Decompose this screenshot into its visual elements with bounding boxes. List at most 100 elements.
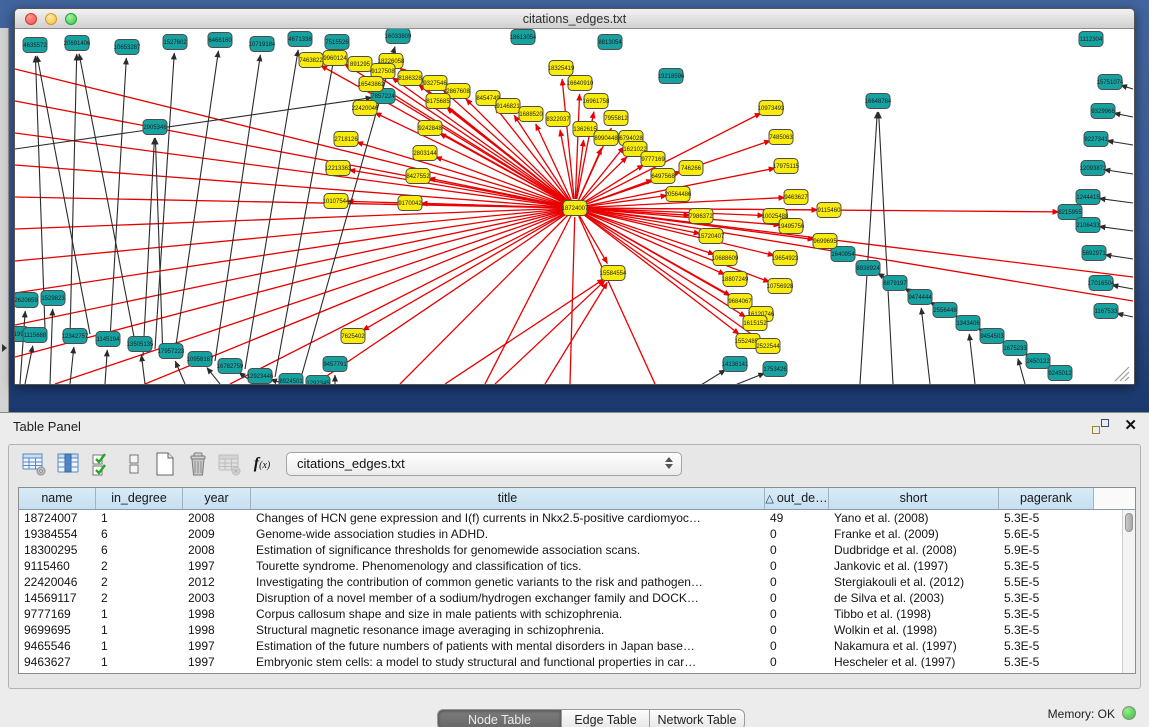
table-row[interactable]: 1830029562008Estimation of significance … [19, 542, 1122, 558]
graph-node[interactable]: 2905346 [143, 120, 167, 135]
table-row[interactable]: 946362711997Embryonic stem cells: a mode… [19, 654, 1122, 670]
table-row[interactable]: 1938455462009Genome-wide association stu… [19, 526, 1122, 542]
network-window-titlebar[interactable]: citations_edges.txt [15, 9, 1134, 29]
graph-node[interactable]: 22420046 [352, 101, 379, 116]
graph-node[interactable]: 2450122 [1026, 354, 1050, 369]
graph-node[interactable]: 8175685 [426, 94, 450, 109]
graph-node[interactable]: 1167533 [1094, 304, 1118, 319]
column-header-name[interactable]: name [19, 488, 96, 509]
graph-node[interactable]: 9329966 [1091, 104, 1115, 119]
graph-node[interactable]: 10107544 [323, 194, 350, 209]
graph-node[interactable]: 12093872 [1080, 161, 1107, 176]
graph-node[interactable]: 6879197 [883, 276, 907, 291]
graph-node[interactable]: 9242848 [418, 121, 442, 136]
graph-node[interactable]: 10958167 [187, 352, 214, 367]
graph-node[interactable]: 1640954 [831, 247, 855, 262]
graph-node[interactable]: 10688609 [712, 251, 739, 266]
graph-node[interactable]: 18325419 [548, 61, 575, 76]
graph-node[interactable]: 1753426 [763, 362, 787, 377]
float-window-icon[interactable] [1092, 419, 1109, 434]
column-header-title[interactable]: title [251, 488, 765, 509]
graph-node[interactable]: 12342757 [62, 329, 89, 344]
function-builder-icon[interactable]: f(x) [249, 451, 275, 477]
graph-node[interactable]: 6466160 [208, 33, 232, 48]
column-header-short[interactable]: short [829, 488, 999, 509]
graph-node[interactable]: 10973493 [758, 101, 785, 116]
graph-node[interactable]: 4671338 [288, 32, 312, 47]
graph-node[interactable]: 1529823 [41, 291, 65, 306]
graph-node[interactable]: 1244415 [1076, 190, 1100, 205]
graph-node[interactable]: 9454503 [980, 329, 1004, 344]
graph-node[interactable]: 7625402 [341, 329, 365, 344]
graph-node[interactable]: 1112304 [1079, 32, 1103, 47]
table-row[interactable]: 911546021997Tourette syndrome. Phenomeno… [19, 558, 1122, 574]
vertical-scrollbar[interactable] [1122, 510, 1135, 673]
table-settings-icon[interactable] [21, 451, 47, 477]
graph-node[interactable]: 15584554 [600, 266, 627, 281]
graph-node[interactable]: 5692971 [1082, 246, 1106, 261]
graph-node[interactable]: 8427552 [406, 169, 430, 184]
graph-node[interactable]: 9777169 [641, 152, 665, 167]
graph-node[interactable]: 15751074 [1097, 75, 1124, 90]
column-header-indegree[interactable]: in_degree [96, 488, 183, 509]
graph-node[interactable]: 9327546 [423, 76, 447, 91]
graph-node[interactable]: 9170042 [398, 196, 422, 211]
graph-node[interactable]: 9227341 [1084, 132, 1108, 147]
network-canvas[interactable]: 4635572206914061065328715276026466160107… [15, 29, 1134, 384]
graph-node[interactable]: 1115688 [23, 328, 47, 343]
graph-node[interactable]: 9463627 [784, 190, 808, 205]
graph-node[interactable]: 18613054 [510, 30, 537, 45]
graph-node[interactable]: 9960124 [323, 51, 347, 66]
graph-node[interactable]: 17957223 [158, 344, 185, 359]
graph-node[interactable]: 1145194 [96, 332, 120, 347]
graph-node[interactable]: 16648784 [865, 94, 892, 109]
graph-node[interactable]: 2803144 [413, 146, 437, 161]
graph-node[interactable]: 2522544 [756, 339, 780, 354]
graph-node[interactable]: 1527602 [163, 35, 187, 50]
graph-node[interactable]: 2556448 [933, 303, 957, 318]
graph-node[interactable]: 13505135 [127, 337, 154, 352]
graph-node[interactable]: 746266 [679, 161, 703, 176]
graph-node[interactable]: 14136141 [722, 357, 749, 372]
graph-node[interactable]: 10653287 [114, 40, 141, 55]
graph-node[interactable]: 8938924 [856, 261, 880, 276]
graph-node[interactable]: 20564486 [665, 187, 692, 202]
graph-node[interactable]: 2620659 [15, 293, 38, 308]
table-row[interactable]: 1456911722003Disruption of a novel membe… [19, 590, 1122, 606]
graph-node[interactable]: 19218596 [658, 69, 685, 84]
column-header-year[interactable]: year [183, 488, 251, 509]
graph-node[interactable]: 16782759 [217, 359, 244, 374]
close-panel-icon[interactable]: ✕ [1124, 416, 1137, 434]
graph-node[interactable]: 9474444 [908, 290, 932, 305]
graph-node[interactable]: 16033809 [385, 29, 412, 44]
graph-node[interactable]: 6497568 [651, 169, 675, 184]
graph-node[interactable]: 19654923 [772, 251, 799, 266]
graph-node[interactable]: 19495756 [778, 219, 805, 234]
graph-node[interactable]: 1343406 [956, 316, 980, 331]
graph-node[interactable]: 7463822 [299, 53, 323, 68]
graph-node[interactable]: 7515526 [325, 35, 349, 50]
graph-node[interactable]: 1292345 [306, 376, 330, 385]
graph-node[interactable]: 8813054 [598, 35, 622, 50]
graph-node[interactable]: 16543862 [358, 77, 385, 92]
graph-node[interactable]: 15720407 [698, 229, 725, 244]
graph-node[interactable]: 17975115 [773, 159, 800, 174]
graph-node[interactable]: 8186328 [398, 71, 422, 86]
splitter-expand-icon[interactable] [2, 344, 7, 352]
graph-node[interactable]: 12213363 [325, 161, 352, 176]
graph-node[interactable]: 9699695 [813, 234, 837, 249]
table-row[interactable]: 969969511998Structural magnetic resonanc… [19, 622, 1122, 638]
graph-node[interactable]: 16961758 [583, 94, 610, 109]
graph-node[interactable]: 7986372 [689, 209, 713, 224]
graph-node[interactable]: 18807249 [722, 272, 749, 287]
graph-node[interactable]: 10756928 [767, 279, 794, 294]
graph-node[interactable]: 9146821 [496, 99, 520, 114]
graph-node[interactable]: 9245012 [1048, 366, 1072, 381]
graph-node[interactable]: 20691406 [64, 36, 91, 51]
graph-node[interactable]: 1688520 [519, 107, 543, 122]
split-view-icon[interactable] [121, 451, 147, 477]
graph-node[interactable]: 12923446 [247, 369, 274, 384]
graph-node[interactable]: 1615152 [743, 316, 767, 331]
table-row[interactable]: 1872400712008Changes of HCN gene express… [19, 510, 1122, 526]
table-row[interactable]: 946554611997Estimation of the future num… [19, 638, 1122, 654]
